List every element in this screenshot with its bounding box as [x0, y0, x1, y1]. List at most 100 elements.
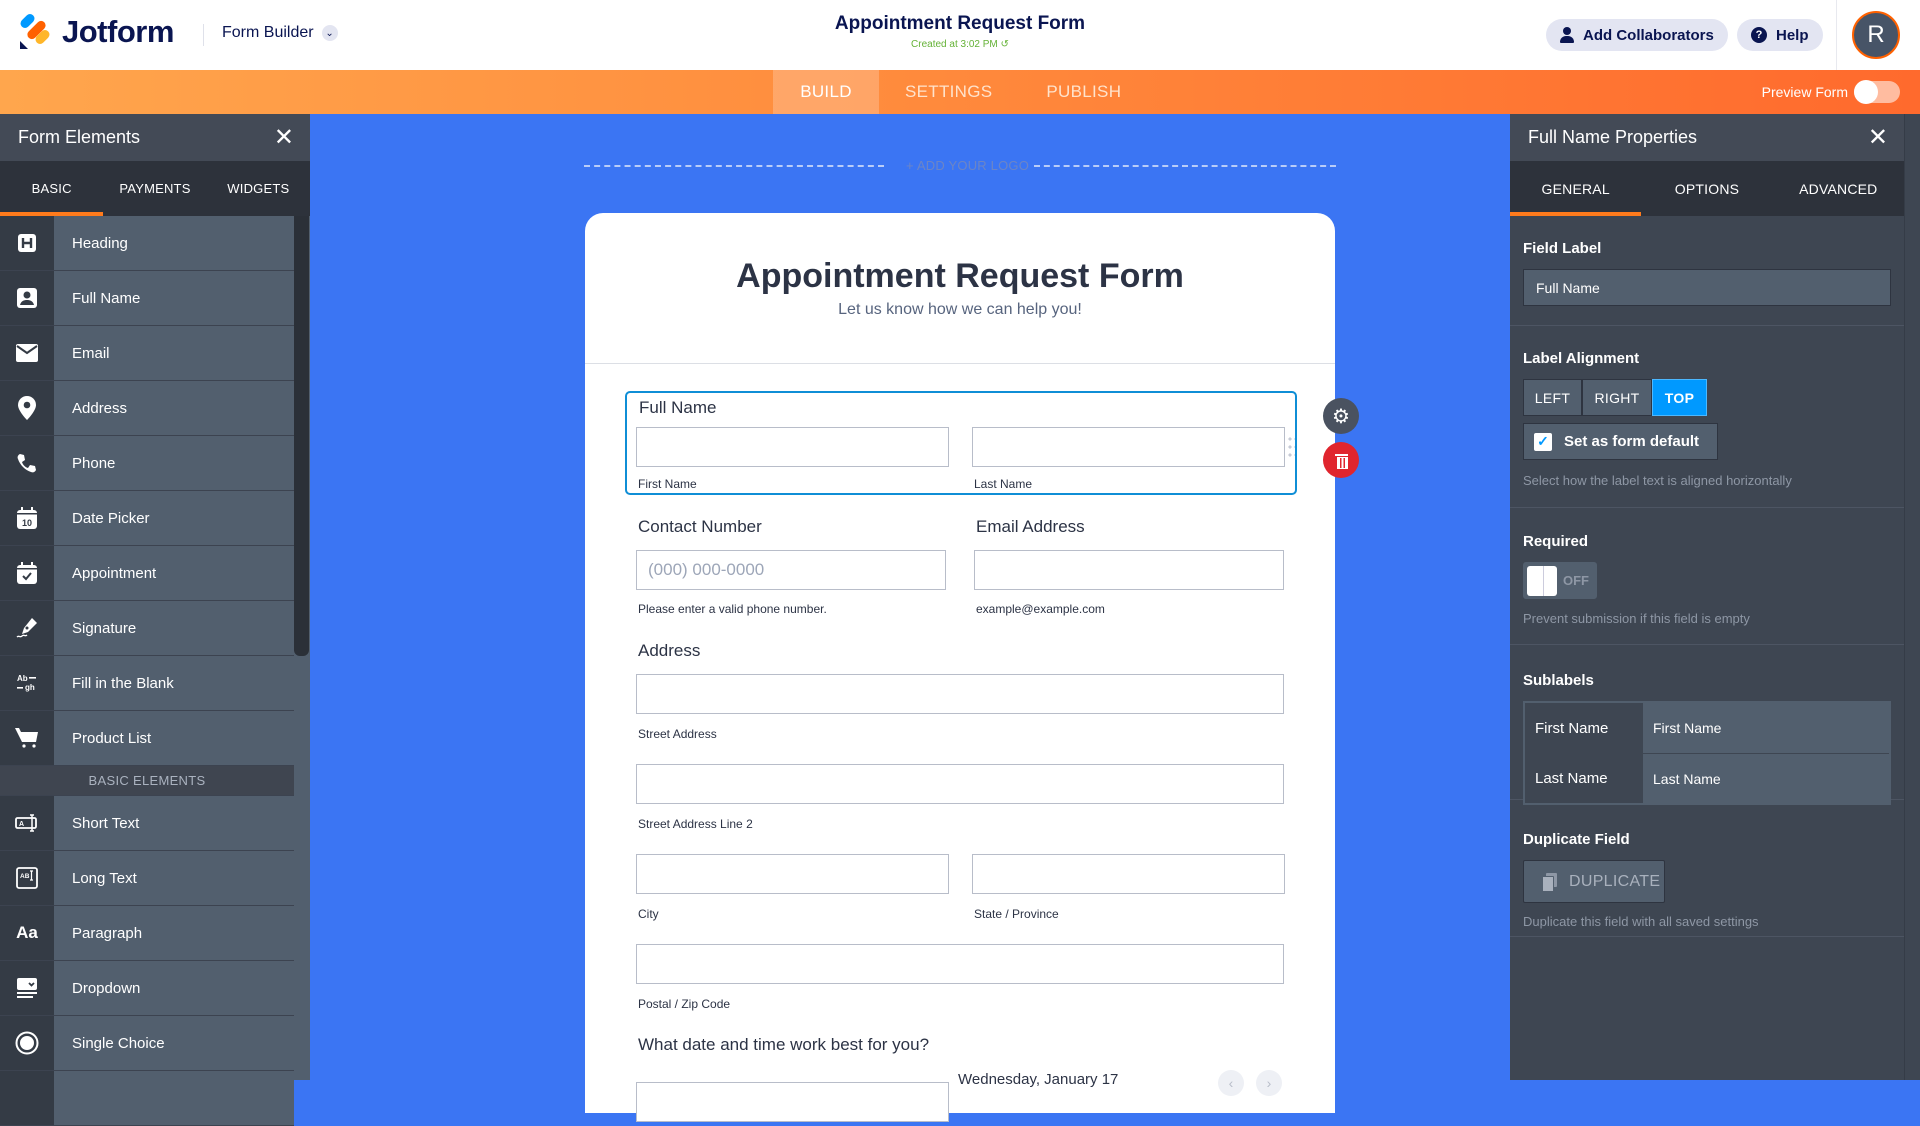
- form-heading[interactable]: Appointment Request Form: [585, 257, 1335, 296]
- undo-history-icon[interactable]: ↺: [1001, 39, 1009, 50]
- city-input[interactable]: [636, 854, 949, 894]
- full-name-label[interactable]: Full Name: [639, 398, 716, 418]
- duplicate-section: Duplicate Field DUPLICATE Duplicate this…: [1510, 800, 1904, 937]
- sublabel-last-name-input[interactable]: Last Name: [1643, 753, 1889, 803]
- drag-handle-icon[interactable]: [1287, 435, 1295, 459]
- element-next-partial[interactable]: [0, 1071, 294, 1126]
- element-label: Single Choice: [54, 1016, 294, 1070]
- help-button[interactable]: ? Help: [1737, 19, 1823, 51]
- field-settings-button[interactable]: ⚙: [1323, 398, 1359, 434]
- tab-publish[interactable]: PUBLISH: [1020, 70, 1147, 114]
- element-label: Long Text: [54, 851, 294, 905]
- element-fill-in-the-blank[interactable]: Ab gh Fill in the Blank: [0, 656, 294, 711]
- email-address-label[interactable]: Email Address: [976, 517, 1085, 537]
- element-label: Heading: [54, 216, 294, 270]
- field-label-input[interactable]: Full Name: [1523, 269, 1891, 306]
- add-collaborators-label: Add Collaborators: [1583, 26, 1714, 44]
- element-single-choice[interactable]: Single Choice: [0, 1016, 294, 1071]
- element-label: [54, 1071, 294, 1125]
- calendar-next-button[interactable]: ›: [1256, 1070, 1282, 1096]
- delete-field-button[interactable]: [1323, 442, 1359, 478]
- chevron-down-icon: ⌄: [321, 25, 338, 41]
- tab-payments[interactable]: PAYMENTS: [103, 161, 206, 216]
- postal-code-sublabel: Postal / Zip Code: [638, 997, 731, 1011]
- user-icon: [1560, 27, 1574, 43]
- form-subheading[interactable]: Let us know how we can help you!: [585, 301, 1335, 319]
- tab-build[interactable]: BUILD: [773, 70, 879, 114]
- add-logo-button[interactable]: + ADD YOUR LOGO: [906, 158, 1029, 173]
- close-icon[interactable]: ✕: [274, 125, 294, 150]
- element-email[interactable]: Email: [0, 326, 294, 381]
- duplicate-heading: Duplicate Field: [1523, 831, 1630, 848]
- element-label: Address: [54, 381, 294, 435]
- preview-form-toggle[interactable]: [1854, 80, 1900, 104]
- product-menu[interactable]: Form Builder ⌄: [222, 24, 338, 42]
- contact-number-input[interactable]: (000) 000-0000: [636, 550, 946, 590]
- element-address[interactable]: Address: [0, 381, 294, 436]
- required-state: OFF: [1563, 573, 1589, 588]
- element-signature[interactable]: Signature: [0, 601, 294, 656]
- first-name-input[interactable]: [636, 427, 949, 467]
- svg-text:10: 10: [22, 518, 32, 528]
- street-address-input[interactable]: [636, 674, 1284, 714]
- element-full-name[interactable]: Full Name: [0, 271, 294, 326]
- required-toggle[interactable]: OFF: [1523, 562, 1597, 599]
- sublabels-table: First Name First Name Last Name Last Nam…: [1523, 701, 1891, 805]
- tab-general[interactable]: GENERAL: [1510, 161, 1642, 216]
- tab-widgets[interactable]: WIDGETS: [207, 161, 310, 216]
- element-heading[interactable]: Heading: [0, 216, 294, 271]
- close-icon[interactable]: ✕: [1868, 125, 1888, 150]
- address-label[interactable]: Address: [638, 641, 700, 661]
- appointment-calendar-box[interactable]: [636, 1082, 949, 1122]
- email-address-input[interactable]: [974, 550, 1284, 590]
- tab-advanced[interactable]: ADVANCED: [1773, 161, 1904, 216]
- logo-dashed-line: [584, 165, 884, 167]
- label-alignment-section: Label Alignment LEFT RIGHT TOP ✓ Set as …: [1510, 326, 1904, 508]
- add-collaborators-button[interactable]: Add Collaborators: [1546, 19, 1728, 51]
- svg-text:AB: AB: [20, 873, 30, 880]
- element-label: Signature: [54, 601, 294, 655]
- form-title[interactable]: Appointment Request Form: [760, 13, 1160, 35]
- element-paragraph[interactable]: Aa Paragraph: [0, 906, 294, 961]
- svg-text:A: A: [19, 821, 24, 828]
- toggle-knob: [1527, 565, 1557, 596]
- element-short-text[interactable]: A Short Text: [0, 796, 294, 851]
- calendar-prev-button[interactable]: ‹: [1218, 1070, 1244, 1096]
- element-label: Phone: [54, 436, 294, 490]
- last-name-input[interactable]: [972, 427, 1285, 467]
- duplicate-button[interactable]: DUPLICATE: [1523, 860, 1665, 903]
- element-product-list[interactable]: Product List: [0, 711, 294, 766]
- contact-number-label[interactable]: Contact Number: [638, 517, 762, 537]
- last-name-sublabel: Last Name: [974, 477, 1033, 491]
- svg-text:gh: gh: [25, 683, 35, 692]
- element-phone[interactable]: Phone: [0, 436, 294, 491]
- label-alignment-hint: Select how the label text is aligned hor…: [1523, 473, 1792, 488]
- phone-icon: [0, 436, 54, 490]
- duplicate-button-label: DUPLICATE: [1569, 872, 1661, 890]
- street-address-line2-sublabel: Street Address Line 2: [638, 817, 753, 831]
- element-dropdown[interactable]: Dropdown: [0, 961, 294, 1016]
- person-icon: [0, 271, 54, 325]
- align-top-button[interactable]: TOP: [1652, 379, 1707, 416]
- element-long-text[interactable]: AB Long Text: [0, 851, 294, 906]
- appointment-label[interactable]: What date and time work best for you?: [638, 1035, 929, 1055]
- align-right-button[interactable]: RIGHT: [1582, 379, 1652, 416]
- tab-settings[interactable]: SETTINGS: [879, 70, 1020, 114]
- tab-options[interactable]: OPTIONS: [1641, 161, 1772, 216]
- sublabel-first-name-input[interactable]: First Name: [1643, 703, 1889, 753]
- street-address-line2-input[interactable]: [636, 764, 1284, 804]
- element-date-picker[interactable]: 10 Date Picker: [0, 491, 294, 546]
- radio-icon: [0, 1016, 54, 1070]
- long-text-icon: AB: [0, 851, 54, 905]
- align-left-button[interactable]: LEFT: [1523, 379, 1582, 416]
- jotform-logo[interactable]: Jotform: [18, 12, 174, 50]
- elements-scrollbar-thumb[interactable]: [294, 216, 309, 656]
- element-appointment[interactable]: Appointment: [0, 546, 294, 601]
- field-label-heading: Field Label: [1523, 240, 1602, 257]
- set-form-default-checkbox[interactable]: ✓ Set as form default: [1523, 423, 1718, 460]
- properties-scrollbar[interactable]: [1904, 114, 1920, 1080]
- user-avatar[interactable]: R: [1852, 11, 1900, 59]
- postal-code-input[interactable]: [636, 944, 1284, 984]
- tab-basic[interactable]: BASIC: [0, 161, 104, 216]
- state-province-input[interactable]: [972, 854, 1285, 894]
